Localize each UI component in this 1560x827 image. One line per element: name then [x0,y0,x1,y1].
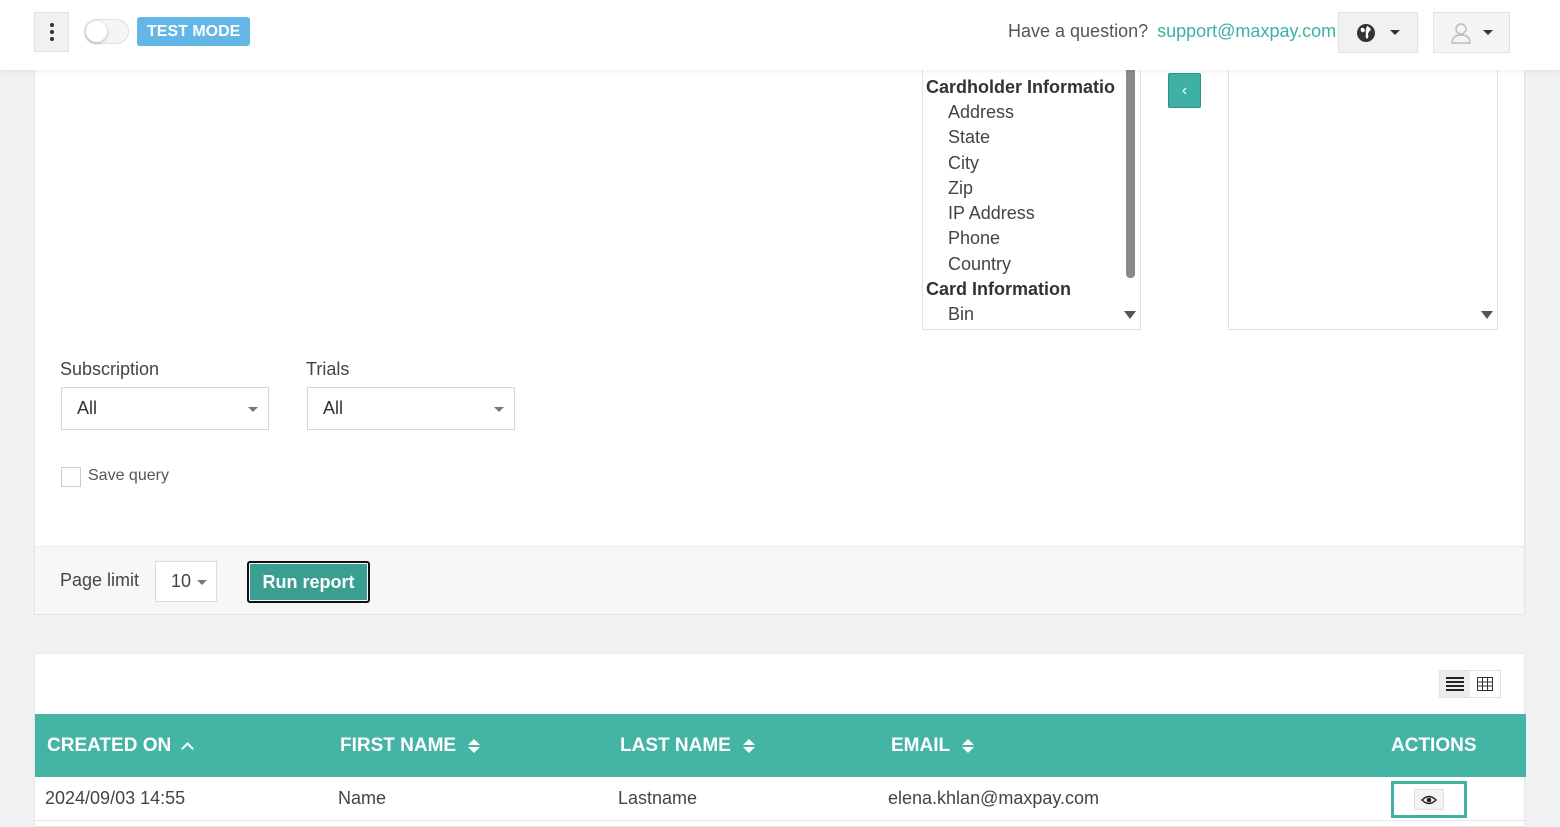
field-option[interactable]: State [923,125,1123,150]
results-panel: CREATED ON FIRST NAME LAST NAME EMAIL AC… [34,653,1526,827]
test-mode-toggle[interactable] [84,19,129,44]
column-label: EMAIL [891,735,951,756]
chevron-down-icon [494,407,504,412]
test-mode-badge: TEST MODE [137,17,251,46]
save-query-checkbox[interactable] [61,467,81,487]
field-option[interactable]: Bin [923,302,1123,327]
cell-last-name: Lastname [618,788,698,808]
sort-icon [468,739,481,753]
column-label: ACTIONS [1391,735,1477,756]
chevron-up-icon [181,742,195,755]
field-option[interactable]: IP Address [923,201,1123,226]
language-button[interactable] [1338,12,1418,53]
sort-icon [962,739,975,753]
eye-icon [1421,795,1437,804]
report-footer: Page limit 10 Run report [35,546,1524,614]
page-limit-label: Page limit [60,570,140,590]
top-bar: TEST MODE Have a question? support@maxpa… [0,0,1560,70]
table-header: CREATED ON FIRST NAME LAST NAME EMAIL AC… [35,714,1526,777]
subscription-value: All [77,398,98,418]
save-query-label: Save query [88,467,169,484]
user-icon [1451,22,1471,44]
trials-label: Trials [306,359,350,379]
chevron-down-icon [1390,30,1400,35]
field-group-label: Cardholder Informatio [926,77,1116,97]
page-limit-value: 10 [171,571,192,591]
scroll-down-arrow-icon[interactable] [1481,311,1493,319]
list-view-button[interactable] [1440,671,1470,697]
selected-fields-list[interactable] [1228,70,1498,330]
cell-created-on: 2024/09/03 14:55 [45,788,186,808]
chevron-down-icon [1483,30,1494,35]
vertical-dots-icon [49,23,54,41]
support-email-link[interactable]: support@maxpay.com [1157,21,1336,41]
chevron-left-icon: ‹ [1181,81,1188,99]
field-option[interactable]: Address [923,100,1123,125]
trials-select[interactable]: All [307,387,515,430]
user-menu-button[interactable] [1433,12,1510,53]
run-report-button[interactable]: Run report [247,561,370,603]
globe-icon [1357,23,1375,42]
column-label: LAST NAME [620,735,731,756]
column-label: FIRST NAME [340,735,457,756]
column-created-on[interactable]: CREATED ON [47,735,195,757]
field-list-body: Cardholder Informatio Address State City… [923,75,1123,327]
field-option[interactable]: Zip [923,176,1123,201]
cell-email: elena.khlan@maxpay.com [888,788,1100,808]
column-first-name[interactable]: FIRST NAME [340,735,481,757]
field-group-label: Card Information [926,279,1072,300]
field-option[interactable]: Phone [923,226,1123,251]
column-label: CREATED ON [47,735,172,756]
cell-first-name: Name [338,788,387,808]
subscription-label: Subscription [60,359,160,379]
scrollbar-thumb[interactable] [1126,70,1135,278]
subscription-select[interactable]: All [61,387,269,430]
column-email[interactable]: EMAIL [891,735,975,757]
question-text: Have a question? [1008,21,1149,41]
table-row: 2024/09/03 14:55 Name Lastname elena.khl… [35,777,1526,821]
action-cell-highlight [1391,781,1467,818]
view-details-button[interactable] [1414,789,1444,810]
sort-icon [742,739,755,753]
field-option[interactable]: Country [923,252,1123,277]
list-view-icon [1446,677,1464,691]
grid-view-button[interactable] [1470,671,1500,697]
trials-value: All [323,398,344,418]
grid-view-icon [1477,677,1493,691]
report-builder-panel: Cardholder Informatio Address State City… [34,70,1525,615]
menu-button[interactable] [34,12,69,52]
field-option[interactable]: City [923,151,1123,176]
available-fields-list[interactable]: Cardholder Informatio Address State City… [922,70,1141,330]
chevron-down-icon [197,580,207,585]
column-last-name[interactable]: LAST NAME [620,735,755,757]
scroll-down-arrow-icon[interactable] [1124,311,1136,319]
chevron-down-icon [248,407,258,412]
support-question: Have a question? support@maxpay.com [1008,21,1336,42]
view-toggle [1439,670,1501,698]
column-actions: ACTIONS [1391,735,1477,757]
move-field-button[interactable]: ‹ [1168,73,1201,108]
toggle-knob [86,21,107,42]
page-limit-select[interactable]: 10 [155,561,217,602]
